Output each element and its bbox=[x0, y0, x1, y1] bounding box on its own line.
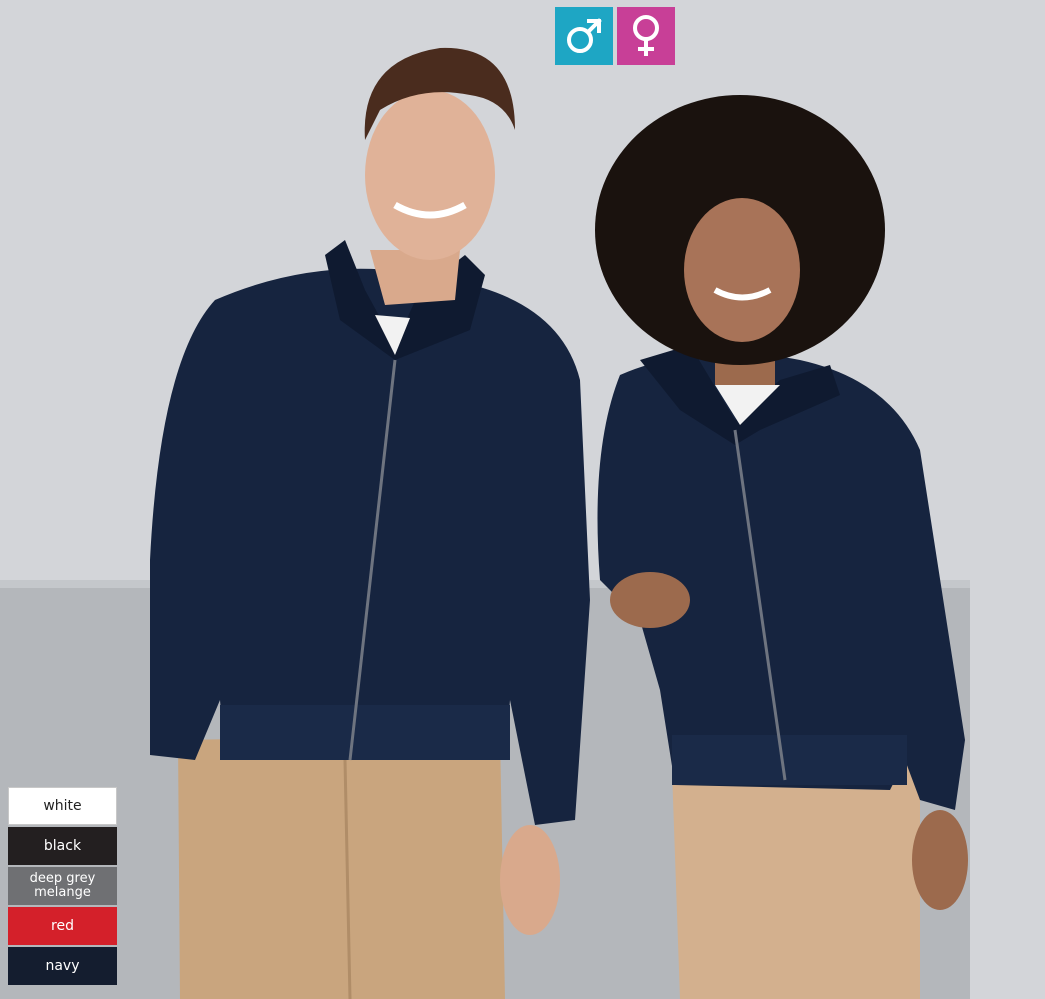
swatch-navy[interactable]: navy bbox=[8, 947, 117, 985]
swatch-red[interactable]: red bbox=[8, 907, 117, 945]
swatch-white[interactable]: white bbox=[8, 787, 117, 825]
swatch-label: deep grey melange bbox=[29, 871, 96, 900]
product-photo bbox=[0, 0, 1045, 999]
male-symbol-icon bbox=[567, 18, 602, 53]
swatch-label: red bbox=[51, 917, 74, 934]
photo-illustration bbox=[0, 0, 1045, 999]
swatch-black[interactable]: black bbox=[8, 827, 117, 865]
color-swatch-list: white black deep grey melange red navy bbox=[8, 787, 117, 985]
female-filter-button[interactable] bbox=[617, 7, 675, 65]
swatch-label: navy bbox=[45, 957, 80, 974]
swatch-label: white bbox=[43, 797, 82, 814]
gender-selector bbox=[555, 7, 675, 65]
swatch-deep-grey-melange[interactable]: deep grey melange bbox=[8, 867, 117, 905]
male-filter-button[interactable] bbox=[555, 7, 613, 65]
swatch-label: black bbox=[43, 837, 82, 854]
female-symbol-icon bbox=[633, 15, 659, 56]
